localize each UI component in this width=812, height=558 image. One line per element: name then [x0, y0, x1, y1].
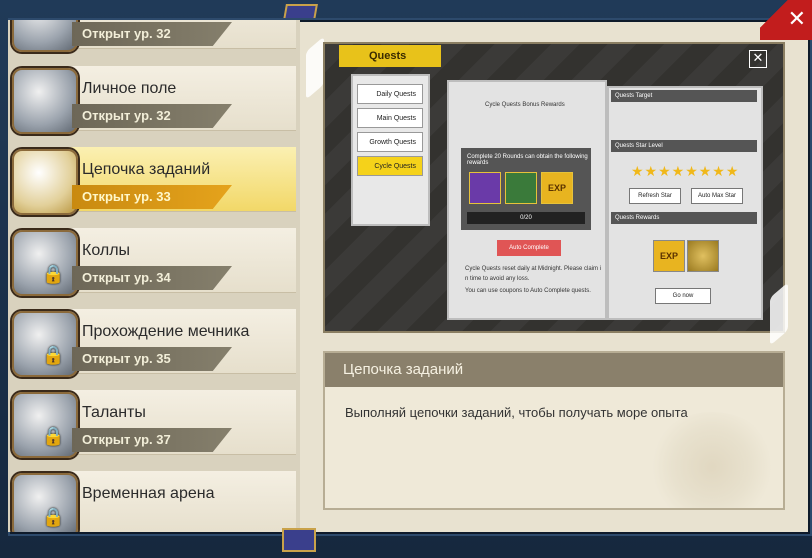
sidebar-item-title: Таланты — [82, 404, 146, 421]
sidebar-item-talents[interactable]: 🔒 Таланты Открыт ур. 37 — [8, 380, 300, 461]
sidebar-item-personal-field[interactable]: Личное поле Открыт ур. 32 — [8, 56, 300, 137]
sidebar-item-0[interactable]: Открыт ур. 32 — [8, 20, 300, 55]
close-button[interactable]: ✕ — [760, 0, 812, 40]
sidebar-item-level: Открыт ур. 32 — [72, 22, 232, 46]
star-rating-icon: ★★★★★★★★ — [631, 164, 740, 180]
lock-icon: 🔒 — [42, 507, 65, 528]
preview-list-item: Growth Quests — [357, 132, 423, 152]
sidebar-item-title: Личное поле — [82, 80, 177, 97]
sidebar-item-swordsman-path[interactable]: 🔒 Прохождение мечника Открыт ур. 35 — [8, 299, 300, 380]
shield-badge-icon — [12, 20, 78, 52]
sidebar-item-quest-chain[interactable]: Цепочка заданий Открыт ур. 33 — [8, 137, 300, 218]
sidebar-item-level: Открыт ур. 34 — [72, 266, 232, 290]
preview-note: Cycle Quests reset daily at Midnight. Pl… — [465, 266, 602, 272]
sidebar-item-level: Открыт ур. 32 — [72, 104, 232, 128]
sidebar-item-title: Цепочка заданий — [82, 161, 211, 178]
preview-bonus-panel: Cycle Quests Bonus Rewards Complete 20 R… — [447, 80, 607, 320]
chest-icon — [12, 230, 78, 296]
preview-mid-sub: Complete 20 Rounds can obtain the follow… — [467, 154, 588, 166]
preview-go-now: Go now — [655, 288, 711, 304]
preview-quests-tab: Quests — [339, 45, 441, 67]
lock-icon: 🔒 — [42, 345, 65, 366]
lock-icon: 🔒 — [42, 264, 65, 285]
scroll-icon — [12, 149, 78, 215]
frame-gem-bottom — [282, 528, 316, 552]
preview-mid-title: Cycle Quests Bonus Rewards — [485, 102, 565, 108]
preview-close-icon: ✕ — [749, 50, 767, 68]
preview-target-panel: Quests Target Quests Star Level ★★★★★★★★… — [607, 86, 763, 320]
sidebar-item-temporal-arena[interactable]: 🔒 Временная арена — [8, 461, 300, 532]
armor-icon — [12, 311, 78, 377]
preview-refresh-star: Refresh Star — [629, 188, 681, 204]
preview-note: n time to avoid any loss. — [465, 276, 530, 282]
talent-icon — [12, 392, 78, 458]
emblem-icon — [647, 412, 777, 508]
lock-icon: 🔒 — [42, 426, 65, 447]
preview-star-header: Quests Star Level — [611, 140, 757, 152]
preview-rewards-header: Quests Rewards — [611, 212, 757, 224]
preview-note: You can use coupons to Auto Complete que… — [465, 288, 591, 294]
exp-icon: EXP — [653, 240, 685, 272]
sidebar-item-title: Коллы — [82, 242, 131, 259]
coin-icon — [687, 240, 719, 272]
preview-progress: 0/20 — [467, 212, 585, 224]
book-icon — [469, 172, 501, 204]
sidebar-item-level: Открыт ур. 37 — [72, 428, 232, 452]
preview-auto-max-star: Auto Max Star — [691, 188, 743, 204]
preview-auto-complete: Auto Complete — [497, 240, 561, 256]
preview-reward-box: Complete 20 Rounds can obtain the follow… — [461, 148, 591, 230]
feature-sidebar: Открыт ур. 32 Личное поле Открыт ур. 32 … — [8, 20, 300, 532]
preview-quest-list: Daily Quests Main Quests Growth Quests C… — [351, 74, 430, 226]
description-text: Выполняй цепочки заданий, чтобы получать… — [345, 405, 688, 420]
preview-list-item: Cycle Quests — [357, 156, 423, 176]
description-title: Цепочка заданий — [325, 353, 783, 387]
exp-icon: EXP — [541, 172, 573, 204]
sidebar-item-title: Прохождение мечника — [82, 323, 250, 340]
preview-list-item: Main Quests — [357, 108, 423, 128]
preview-list-item: Daily Quests — [357, 84, 423, 104]
sidebar-item-title: Временная арена — [82, 485, 215, 502]
potion-icon — [505, 172, 537, 204]
feature-preview-image: Quests ✕ Daily Quests Main Quests Growth… — [323, 42, 785, 333]
sidebar-item-colls[interactable]: 🔒 Коллы Открыт ур. 34 — [8, 218, 300, 299]
sidebar-item-level: Открыт ур. 33 — [72, 185, 232, 209]
feature-description: Цепочка заданий Выполняй цепочки заданий… — [323, 351, 785, 510]
winged-shield-icon — [12, 68, 78, 134]
preview-target-header: Quests Target — [611, 90, 757, 102]
sidebar-item-level: Открыт ур. 35 — [72, 347, 232, 371]
